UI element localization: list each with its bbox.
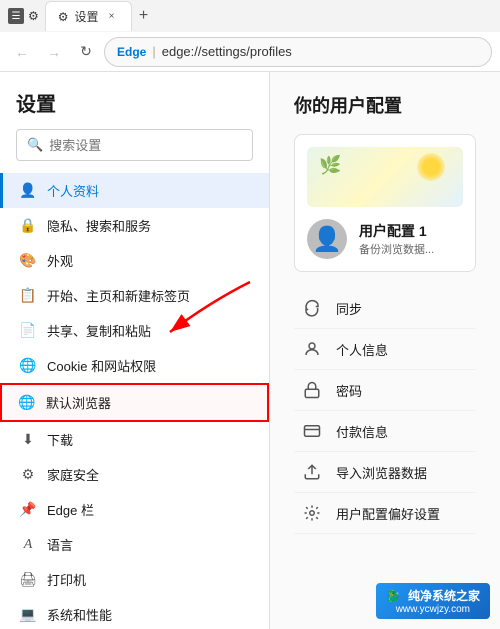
sidebar-item-language[interactable]: A 语言 <box>0 527 269 562</box>
appearance-icon: 🎨 <box>19 252 37 270</box>
language-icon: A <box>19 536 37 554</box>
watermark-line1: 🐉 纯净系统之家 <box>386 587 480 604</box>
refresh-button[interactable]: ↻ <box>72 38 100 66</box>
right-nav-label: 用户配置偏好设置 <box>336 504 440 523</box>
family-icon: ⚙ <box>19 466 37 484</box>
default-browser-icon: 🌐 <box>18 394 36 412</box>
sidebar-item-profile[interactable]: 👤 个人资料 <box>0 173 269 208</box>
privacy-icon: 🔒 <box>19 217 37 235</box>
right-nav-payment[interactable]: 付款信息 <box>294 411 476 452</box>
banner-decoration: 🌿 <box>319 155 341 176</box>
sidebar-title: 设置 <box>0 88 269 129</box>
right-nav-label: 导入浏览器数据 <box>336 463 427 482</box>
nav-bar: ← → ↻ Edge | edge://settings/profiles <box>0 32 500 72</box>
new-tab-button[interactable]: + <box>132 4 156 28</box>
sidebar-item-label: 打印机 <box>47 570 86 589</box>
tab-close-button[interactable]: × <box>105 10 119 24</box>
title-bar: ☰ ⚙ ⚙ 设置 × + <box>0 0 500 32</box>
profile-info: 👤 用户配置 1 备份浏览数据... <box>307 219 463 259</box>
right-nav-label: 密码 <box>336 381 362 400</box>
sidebar-item-share[interactable]: 📄 共享、复制和粘贴 <box>0 313 269 348</box>
password-icon <box>302 380 322 400</box>
avatar: 👤 <box>307 219 347 259</box>
share-icon: 📄 <box>19 322 37 340</box>
sidebar-item-label: 开始、主页和新建标签页 <box>47 286 190 305</box>
sidebar-item-label: 家庭安全 <box>47 465 99 484</box>
right-nav-import[interactable]: 导入浏览器数据 <box>294 452 476 493</box>
watermark-line2: www.ycwjzy.com <box>396 604 470 615</box>
window-icon: ☰ <box>8 8 24 24</box>
printer-icon: 🖨 <box>19 571 37 589</box>
sidebar-item-system[interactable]: 💻 系统和性能 <box>0 597 269 629</box>
search-box[interactable]: 🔍 <box>16 129 253 161</box>
sidebar-item-label: 个人资料 <box>47 181 99 200</box>
start-icon: 📋 <box>19 287 37 305</box>
forward-button[interactable]: → <box>40 38 68 66</box>
sidebar-item-cookies[interactable]: 🌐 Cookie 和网站权限 <box>0 348 269 383</box>
profile-banner: 🌿 <box>307 147 463 207</box>
sidebar-item-label: 系统和性能 <box>47 605 112 624</box>
profile-subtitle: 备份浏览数据... <box>359 241 434 257</box>
profile-name: 用户配置 1 <box>359 221 434 241</box>
personal-info-icon <box>302 339 322 359</box>
system-icon: 💻 <box>19 606 37 624</box>
search-icon: 🔍 <box>27 137 43 153</box>
payment-icon <box>302 421 322 441</box>
sidebar-item-privacy[interactable]: 🔒 隐私、搜索和服务 <box>0 208 269 243</box>
sidebar-item-label: 下载 <box>47 430 73 449</box>
profile-details: 用户配置 1 备份浏览数据... <box>359 221 434 257</box>
address-separator: | <box>152 44 155 59</box>
tab-title: 设置 <box>75 8 99 25</box>
address-bar[interactable]: Edge | edge://settings/profiles <box>104 37 492 67</box>
address-text: edge://settings/profiles <box>162 44 292 59</box>
search-input[interactable] <box>49 138 242 153</box>
right-nav-label: 同步 <box>336 299 362 318</box>
right-nav-label: 个人信息 <box>336 340 388 359</box>
sidebar-item-label: 语言 <box>47 535 73 554</box>
sidebar-item-edge-bar[interactable]: 📌 Edge 栏 <box>0 492 269 527</box>
avatar-icon: 👤 <box>312 225 342 254</box>
sidebar-item-label: Edge 栏 <box>47 500 94 519</box>
right-panel-title: 你的用户配置 <box>294 92 476 118</box>
edge-logo-text: Edge <box>117 45 146 59</box>
main-container: 设置 🔍 👤 个人资料 🔒 隐私、搜索和服务 🎨 外观 <box>0 72 500 629</box>
title-bar-left: ☰ ⚙ <box>8 8 39 24</box>
sidebar-item-family[interactable]: ⚙ 家庭安全 <box>0 457 269 492</box>
sidebar-item-label: 外观 <box>47 251 73 270</box>
sidebar-item-downloads[interactable]: ⬇ 下载 <box>0 422 269 457</box>
sidebar-wrapper: 设置 🔍 👤 个人资料 🔒 隐私、搜索和服务 🎨 外观 <box>0 72 270 629</box>
right-nav-preferences[interactable]: 用户配置偏好设置 <box>294 493 476 534</box>
profile-card: 🌿 👤 用户配置 1 备份浏览数据... <box>294 134 476 272</box>
sidebar-item-label: 隐私、搜索和服务 <box>47 216 151 235</box>
sidebar-item-appearance[interactable]: 🎨 外观 <box>0 243 269 278</box>
preferences-icon <box>302 503 322 523</box>
sidebar-item-label: Cookie 和网站权限 <box>47 356 156 375</box>
sidebar: 设置 🔍 👤 个人资料 🔒 隐私、搜索和服务 🎨 外观 <box>0 72 270 629</box>
right-nav-sync[interactable]: 同步 <box>294 288 476 329</box>
watermark: 🐉 纯净系统之家 www.ycwjzy.com <box>376 583 490 619</box>
sync-icon <box>302 298 322 318</box>
tab-bar: ⚙ 设置 × + <box>45 1 492 31</box>
import-icon <box>302 462 322 482</box>
sidebar-item-label: 默认浏览器 <box>46 393 111 412</box>
sidebar-item-printer[interactable]: 🖨 打印机 <box>0 562 269 597</box>
edge-bar-icon: 📌 <box>19 501 37 519</box>
sidebar-item-start[interactable]: 📋 开始、主页和新建标签页 <box>0 278 269 313</box>
sidebar-item-default-browser[interactable]: 🌐 默认浏览器 <box>0 383 269 422</box>
profile-icon: 👤 <box>19 182 37 200</box>
sidebar-item-label: 共享、复制和粘贴 <box>47 321 151 340</box>
active-tab[interactable]: ⚙ 设置 × <box>45 1 132 31</box>
downloads-icon: ⬇ <box>19 431 37 449</box>
right-nav-passwords[interactable]: 密码 <box>294 370 476 411</box>
banner-sun <box>417 153 445 181</box>
back-button[interactable]: ← <box>8 38 36 66</box>
settings-gear-icon: ⚙ <box>28 9 39 23</box>
cookies-icon: 🌐 <box>19 357 37 375</box>
right-nav-personal-info[interactable]: 个人信息 <box>294 329 476 370</box>
right-panel: 你的用户配置 🌿 👤 用户配置 1 备份浏览数据... <box>270 72 500 629</box>
right-nav-label: 付款信息 <box>336 422 388 441</box>
